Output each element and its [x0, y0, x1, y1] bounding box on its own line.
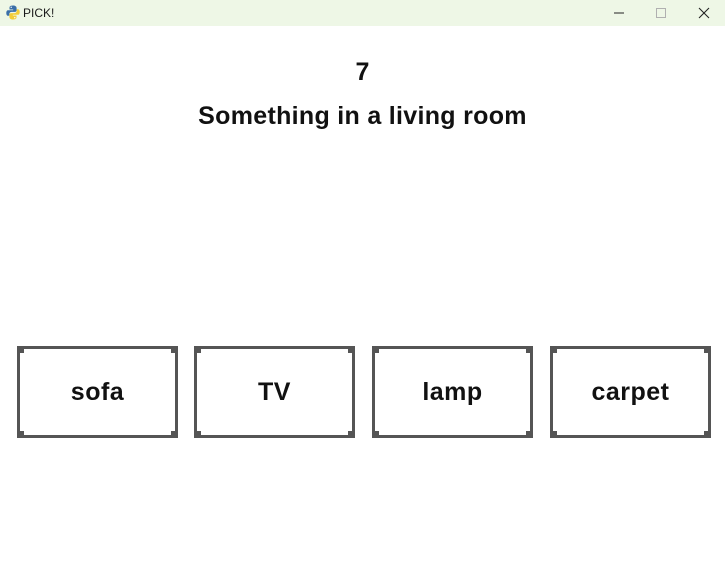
choice-label: carpet [591, 378, 670, 406]
choice-label: sofa [70, 378, 125, 406]
minimize-icon [614, 12, 624, 14]
choice-label: lamp [422, 378, 483, 406]
corner-marker [552, 431, 557, 436]
title-bar[interactable]: PICK! [0, 0, 725, 26]
choice-button-sofa[interactable]: sofa [17, 346, 178, 438]
corner-marker [196, 431, 201, 436]
corner-marker [704, 431, 709, 436]
corner-marker [552, 348, 557, 353]
corner-marker [171, 431, 176, 436]
choice-button-lamp[interactable]: lamp [372, 346, 533, 438]
choice-button-tv[interactable]: TV [194, 346, 355, 438]
minimize-button[interactable] [598, 0, 640, 26]
corner-marker [704, 348, 709, 353]
close-button[interactable] [683, 0, 725, 26]
corner-marker [526, 431, 531, 436]
corner-marker [19, 348, 24, 353]
maximize-icon [656, 8, 666, 18]
corner-marker [348, 348, 353, 353]
corner-marker [374, 431, 379, 436]
corner-marker [171, 348, 176, 353]
corner-marker [196, 348, 201, 353]
game-window: PICK! 7 Something in a living room sofa [0, 0, 725, 573]
question-prompt: Something in a living room [198, 102, 527, 130]
close-icon [698, 7, 710, 19]
corner-marker [348, 431, 353, 436]
maximize-button[interactable] [640, 0, 682, 26]
corner-marker [526, 348, 531, 353]
choice-label: TV [258, 378, 291, 406]
corner-marker [19, 431, 24, 436]
choice-button-carpet[interactable]: carpet [550, 346, 711, 438]
python-icon [6, 5, 20, 20]
round-counter: 7 [355, 58, 370, 86]
corner-marker [374, 348, 379, 353]
window-title: PICK! [23, 6, 55, 20]
